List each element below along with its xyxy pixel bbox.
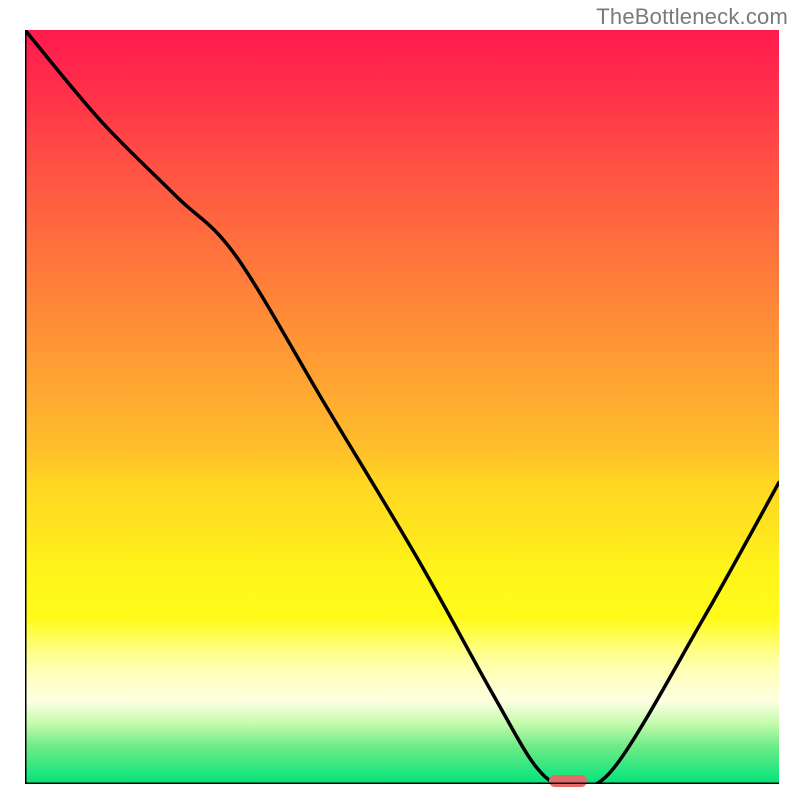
attribution-text: TheBottleneck.com (596, 4, 788, 30)
curve-layer (25, 30, 779, 784)
chart-container: TheBottleneck.com (0, 0, 800, 800)
optimal-marker (549, 775, 587, 787)
bottleneck-curve (25, 30, 779, 784)
